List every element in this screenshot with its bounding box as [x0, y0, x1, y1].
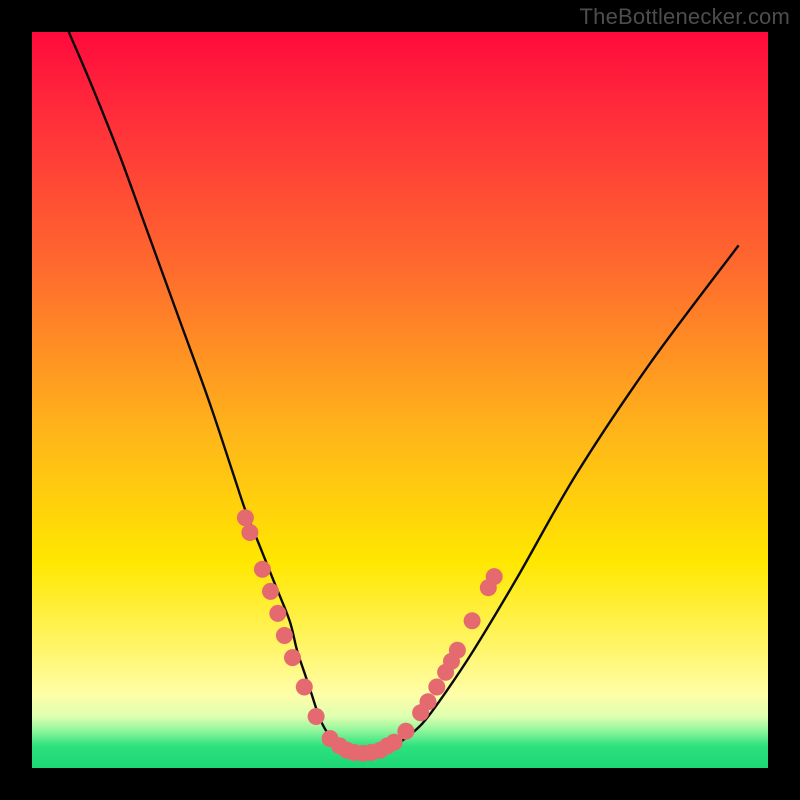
data-dot — [269, 605, 286, 622]
bottleneck-curve — [69, 32, 739, 754]
data-dot — [276, 627, 293, 644]
data-dot — [262, 583, 279, 600]
data-dot — [308, 708, 325, 725]
plot-area — [32, 32, 768, 768]
data-dot — [296, 679, 313, 696]
data-dot — [449, 642, 466, 659]
data-dot — [237, 509, 254, 526]
curve-svg — [32, 32, 768, 768]
data-dots-group — [237, 509, 503, 762]
data-dot — [284, 649, 301, 666]
data-dot — [486, 568, 503, 585]
data-dot — [464, 612, 481, 629]
data-dot — [397, 723, 414, 740]
data-dot — [254, 561, 271, 578]
data-dot — [420, 693, 437, 710]
watermark-text: TheBottlenecker.com — [580, 4, 790, 30]
data-dot — [241, 524, 258, 541]
data-dot — [428, 679, 445, 696]
chart-frame: TheBottlenecker.com — [0, 0, 800, 800]
